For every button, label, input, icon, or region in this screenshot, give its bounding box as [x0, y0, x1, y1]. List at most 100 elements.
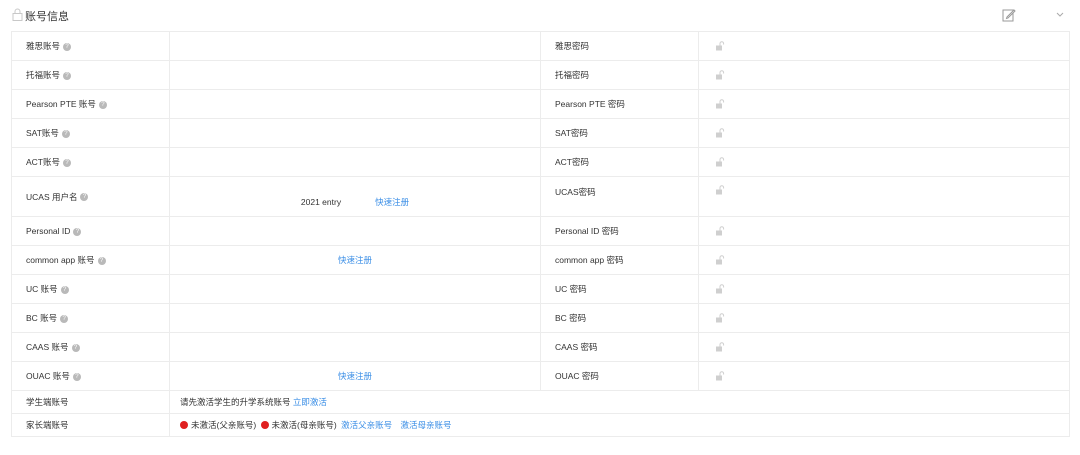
field-value[interactable] — [169, 303, 541, 333]
unlock-icon[interactable] — [715, 99, 725, 109]
label-text: OUAC 账号 — [26, 371, 70, 381]
field-label: OUAC 账号? — [11, 361, 170, 391]
help-icon[interactable]: ? — [71, 343, 80, 352]
field-value[interactable] — [169, 89, 541, 119]
password-value[interactable] — [698, 274, 1070, 304]
password-value[interactable] — [698, 332, 1070, 362]
mother-status: 未激活(母亲账号) — [271, 420, 337, 430]
help-icon[interactable]: ? — [60, 285, 69, 294]
field-value[interactable]: 快速注册 — [169, 245, 541, 275]
field-value[interactable] — [169, 274, 541, 304]
field-value[interactable]: 2021 entry 快速注册 — [169, 176, 541, 217]
password-value[interactable] — [698, 118, 1070, 148]
activate-mother-link[interactable]: 激活母亲账号 — [400, 420, 451, 430]
field-label: BC 账号? — [11, 303, 170, 333]
password-label: 托福密码 — [540, 60, 699, 90]
password-value[interactable] — [698, 216, 1070, 246]
unlock-icon[interactable] — [715, 41, 725, 51]
label-text: UCAS密码 — [555, 187, 596, 197]
help-icon[interactable]: ? — [97, 256, 106, 265]
activate-father-link[interactable]: 激活父亲账号 — [341, 420, 392, 430]
student-account-row: 学生端账号 请先激活学生的升学系统账号 立即激活 — [11, 390, 1070, 414]
label-text: ACT密码 — [555, 157, 590, 167]
label-text: 学生端账号 — [26, 397, 69, 407]
password-label: 雅思密码 — [540, 31, 699, 61]
password-label: Pearson PTE 密码 — [540, 89, 699, 119]
field-value[interactable] — [169, 118, 541, 148]
password-value[interactable] — [698, 245, 1070, 275]
unlock-icon[interactable] — [715, 128, 725, 138]
field-value[interactable] — [169, 147, 541, 177]
password-value[interactable] — [698, 361, 1070, 391]
help-icon[interactable]: ? — [60, 314, 69, 323]
password-label: Personal ID 密码 — [540, 216, 699, 246]
label-text: UC 账号 — [26, 284, 58, 294]
unlock-icon[interactable] — [715, 371, 725, 381]
field-value[interactable]: 快速注册 — [169, 361, 541, 391]
label-text: BC 密码 — [555, 313, 587, 323]
field-value[interactable] — [169, 216, 541, 246]
help-icon[interactable]: ? — [98, 100, 107, 109]
label-text: common app 账号 — [26, 255, 95, 265]
help-icon[interactable]: ? — [63, 158, 72, 167]
label-text: CAAS 密码 — [555, 342, 598, 352]
label-text: Personal ID — [26, 226, 71, 236]
label-text: 托福密码 — [555, 70, 590, 80]
password-value[interactable] — [698, 89, 1070, 119]
quick-register-link[interactable]: 快速注册 — [338, 371, 372, 381]
unlock-icon[interactable] — [715, 342, 725, 352]
field-label: CAAS 账号? — [11, 332, 170, 362]
chevron-down-icon[interactable] — [1055, 9, 1065, 19]
table-row: OUAC 账号? 快速注册 OUAC 密码 — [11, 361, 1070, 391]
parent-account-value: 未激活(父亲账号) 未激活(母亲账号) 激活父亲账号 激活母亲账号 — [169, 413, 1070, 437]
password-label: CAAS 密码 — [540, 332, 699, 362]
password-label: SAT密码 — [540, 118, 699, 148]
password-value[interactable] — [698, 147, 1070, 177]
edit-icon[interactable] — [1002, 8, 1016, 22]
password-label: UCAS密码 — [540, 176, 699, 217]
label-text: OUAC 密码 — [555, 371, 599, 381]
table-row: UC 账号? UC 密码 — [11, 274, 1070, 304]
table-row: common app 账号? 快速注册 common app 密码 — [11, 245, 1070, 275]
help-icon[interactable]: ? — [73, 227, 82, 236]
table-row: Pearson PTE 账号? Pearson PTE 密码 — [11, 89, 1070, 119]
password-label: ACT密码 — [540, 147, 699, 177]
field-value[interactable] — [169, 60, 541, 90]
help-icon[interactable]: ? — [61, 129, 70, 138]
password-label: common app 密码 — [540, 245, 699, 275]
quick-register-link[interactable]: 快速注册 — [338, 255, 372, 265]
unlock-icon[interactable] — [715, 157, 725, 167]
label-text: UCAS 用户名 — [26, 191, 78, 202]
password-label: UC 密码 — [540, 274, 699, 304]
unlock-icon[interactable] — [715, 184, 725, 195]
inactive-dot-icon — [260, 421, 269, 429]
label-text: 家长端账号 — [26, 420, 69, 430]
field-value[interactable] — [169, 31, 541, 61]
help-icon[interactable]: ? — [63, 42, 72, 51]
label-text: Pearson PTE 密码 — [555, 99, 625, 109]
field-label: UC 账号? — [11, 274, 170, 304]
password-label: OUAC 密码 — [540, 361, 699, 391]
unlock-icon[interactable] — [715, 313, 725, 323]
student-activation-text: 请先激活学生的升学系统账号 — [180, 397, 291, 407]
field-label: 雅思账号? — [11, 31, 170, 61]
password-value[interactable] — [698, 176, 1070, 217]
password-value[interactable] — [698, 60, 1070, 90]
unlock-icon[interactable] — [715, 226, 725, 236]
label-text: UC 密码 — [555, 284, 587, 294]
unlock-icon[interactable] — [715, 255, 725, 265]
table-row: 托福账号? 托福密码 — [11, 60, 1070, 90]
unlock-icon[interactable] — [715, 284, 725, 294]
unlock-icon[interactable] — [715, 70, 725, 80]
father-status: 未激活(父亲账号) — [191, 420, 257, 430]
field-label: SAT账号? — [11, 118, 170, 148]
help-icon[interactable]: ? — [72, 372, 81, 381]
quick-register-link[interactable]: 快速注册 — [375, 197, 409, 207]
activate-now-link[interactable]: 立即激活 — [293, 397, 327, 407]
help-icon[interactable]: ? — [80, 193, 89, 202]
help-icon[interactable]: ? — [63, 71, 72, 80]
label-text: ACT账号 — [26, 157, 61, 167]
field-value[interactable] — [169, 332, 541, 362]
password-value[interactable] — [698, 303, 1070, 333]
password-value[interactable] — [698, 31, 1070, 61]
